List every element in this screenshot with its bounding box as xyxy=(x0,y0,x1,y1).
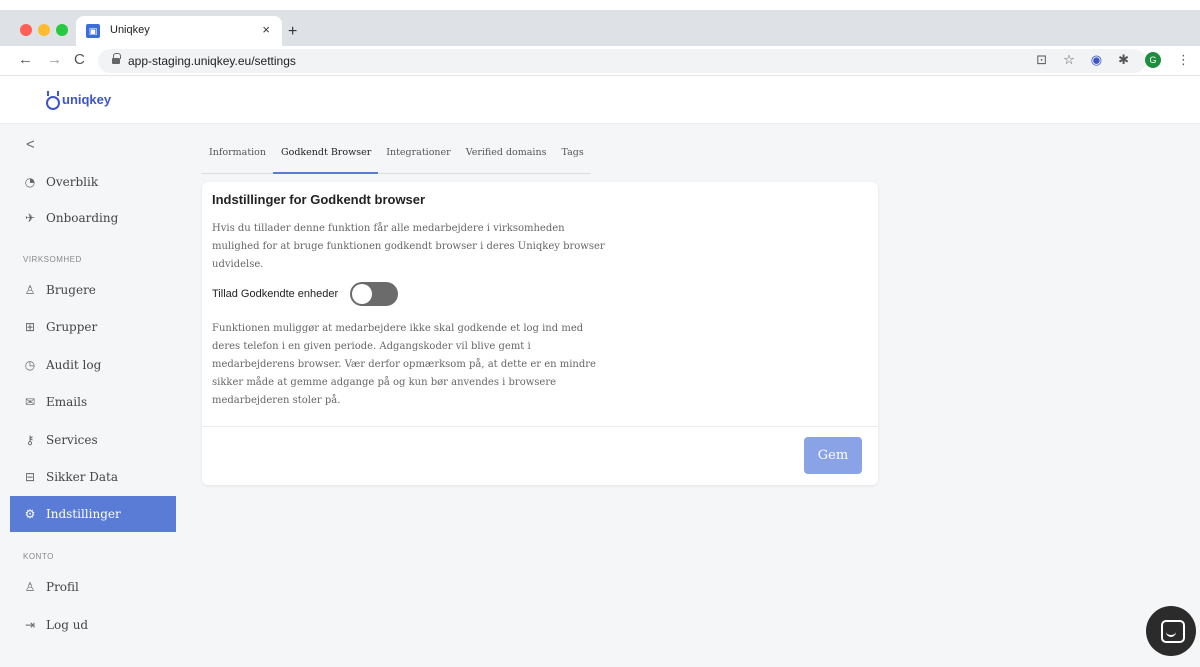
logo-text: uniqkey xyxy=(62,91,112,107)
key-icon: ⚷ xyxy=(25,433,35,447)
sidebar-item-label: Brugere xyxy=(46,283,96,297)
settings-tabs: Information Godkendt Browser Integration… xyxy=(201,141,591,174)
reload-icon[interactable]: C xyxy=(74,52,85,68)
sidebar-item-log-ud[interactable]: ⇥ Log ud xyxy=(10,607,176,643)
allow-approved-devices-toggle[interactable] xyxy=(350,282,399,306)
sidebar-item-label: Emails xyxy=(46,395,88,409)
sidebar-item-services[interactable]: ⚷ Services xyxy=(10,422,176,458)
section-heading-konto: KONTO xyxy=(23,552,54,561)
browser-menu-icon[interactable]: ⋮ xyxy=(1177,52,1190,68)
card-title: Indstillinger for Godkendt browser xyxy=(212,192,426,207)
lock-icon xyxy=(112,53,121,65)
sidebar-item-label: Onboarding xyxy=(46,211,119,225)
toggle-row: Tillad Godkendte enheder xyxy=(212,282,399,306)
browser-tab-title: Uniqkey xyxy=(110,24,150,36)
sidebar-item-label: Log ud xyxy=(46,618,89,632)
clock-icon: ◷ xyxy=(24,358,36,372)
maximize-window-button[interactable] xyxy=(56,24,68,36)
back-arrow-icon[interactable]: ← xyxy=(18,52,33,68)
toggle-knob xyxy=(352,284,373,304)
briefcase-icon: ⊟ xyxy=(24,470,36,484)
card-note: Funktionen muliggør at medarbejdere ikke… xyxy=(212,323,596,406)
sidebar-item-label: Indstillinger xyxy=(46,507,121,521)
sidebar-item-label: Grupper xyxy=(46,320,98,334)
minimize-window-button[interactable] xyxy=(38,24,50,36)
sidebar-item-indstillinger[interactable]: ⚙ Indstillinger xyxy=(10,496,176,532)
forward-arrow-icon[interactable]: → xyxy=(47,52,62,68)
url-text[interactable]: app-staging.uniqkey.eu/settings xyxy=(128,54,296,68)
sidebar-item-sikker-data[interactable]: ⊟ Sikker Data xyxy=(10,459,176,495)
uniqkey-logo[interactable]: uniqkey xyxy=(44,91,112,110)
sidebar-item-audit-log[interactable]: ◷ Audit log xyxy=(10,347,176,383)
mail-icon: ✉ xyxy=(24,395,36,409)
sidebar-item-label: Overblik xyxy=(46,175,99,189)
uniqkey-favicon-icon: ▣ xyxy=(86,24,100,38)
sidebar-item-overblik[interactable]: ◔ Overblik xyxy=(10,164,176,200)
new-tab-button[interactable]: + xyxy=(288,24,297,40)
window-top-edge xyxy=(0,0,1200,10)
sidebar-item-label: Sikker Data xyxy=(46,470,119,484)
sidebar-item-brugere[interactable]: ♙ Brugere xyxy=(10,272,176,308)
rocket-icon: ✈ xyxy=(24,211,36,225)
sidebar-item-profil[interactable]: ♙ Profil xyxy=(10,569,176,605)
address-bar[interactable]: app-staging.uniqkey.eu/settings xyxy=(98,49,1146,73)
uniqkey-logo-icon xyxy=(44,91,60,110)
tab-godkendt-browser[interactable]: Godkendt Browser xyxy=(273,141,379,174)
sidebar-item-label: Profil xyxy=(46,580,79,594)
profile-avatar[interactable]: G xyxy=(1145,52,1161,68)
gear-icon: ⚙ xyxy=(24,507,36,521)
translate-icon[interactable]: ⊡ xyxy=(1036,52,1047,68)
tab-close-icon[interactable]: × xyxy=(262,22,270,37)
section-heading-virksomhed: VIRKSOMHED xyxy=(23,255,82,264)
card-description: Hvis du tillader denne funktion får alle… xyxy=(212,223,605,270)
browser-tabbar: ▣ Uniqkey × + xyxy=(0,10,1200,46)
user-icon: ♙ xyxy=(24,580,36,594)
sidebar-item-label: Audit log xyxy=(46,358,102,372)
tab-integrationer[interactable]: Integrationer xyxy=(378,141,457,174)
close-window-button[interactable] xyxy=(20,24,32,36)
browser-toolbar: ← → C app-staging.uniqkey.eu/settings ⊡ … xyxy=(0,46,1200,76)
sidebar: < ◔ Overblik ✈ Onboarding VIRKSOMHED ♙ B… xyxy=(0,124,188,667)
gauge-icon: ◔ xyxy=(24,175,36,189)
save-button[interactable]: Gem xyxy=(804,437,862,474)
extensions-puzzle-icon[interactable]: ✱ xyxy=(1118,52,1129,68)
extension-icons: ⊡ ☆ ◉ ✱ G ⋮ xyxy=(1036,52,1190,68)
main-content: Information Godkendt Browser Integration… xyxy=(188,124,1200,667)
bookmark-star-icon[interactable]: ☆ xyxy=(1063,52,1075,68)
sidebar-item-grupper[interactable]: ⊞ Grupper xyxy=(10,309,176,345)
chat-support-icon[interactable] xyxy=(1146,606,1196,656)
settings-card: Indstillinger for Godkendt browser Hvis … xyxy=(202,182,878,485)
users-icon: ♙ xyxy=(24,283,36,297)
uniqkey-extension-icon[interactable]: ◉ xyxy=(1091,52,1102,68)
toggle-label: Tillad Godkendte enheder xyxy=(212,288,339,300)
tab-verified-domains[interactable]: Verified domains xyxy=(458,141,554,174)
browser-tab[interactable]: ▣ Uniqkey × xyxy=(76,16,282,46)
tab-tags[interactable]: Tags xyxy=(553,141,590,174)
sidebar-item-onboarding[interactable]: ✈ Onboarding xyxy=(10,200,176,236)
card-divider xyxy=(202,426,878,427)
collapse-sidebar-icon[interactable]: < xyxy=(26,136,35,153)
groups-icon: ⊞ xyxy=(24,320,36,334)
logout-icon: ⇥ xyxy=(24,618,36,632)
sidebar-item-emails[interactable]: ✉ Emails xyxy=(10,384,176,420)
sidebar-item-label: Services xyxy=(46,433,98,447)
app-header: uniqkey xyxy=(0,76,1200,124)
tab-information[interactable]: Information xyxy=(201,141,273,174)
